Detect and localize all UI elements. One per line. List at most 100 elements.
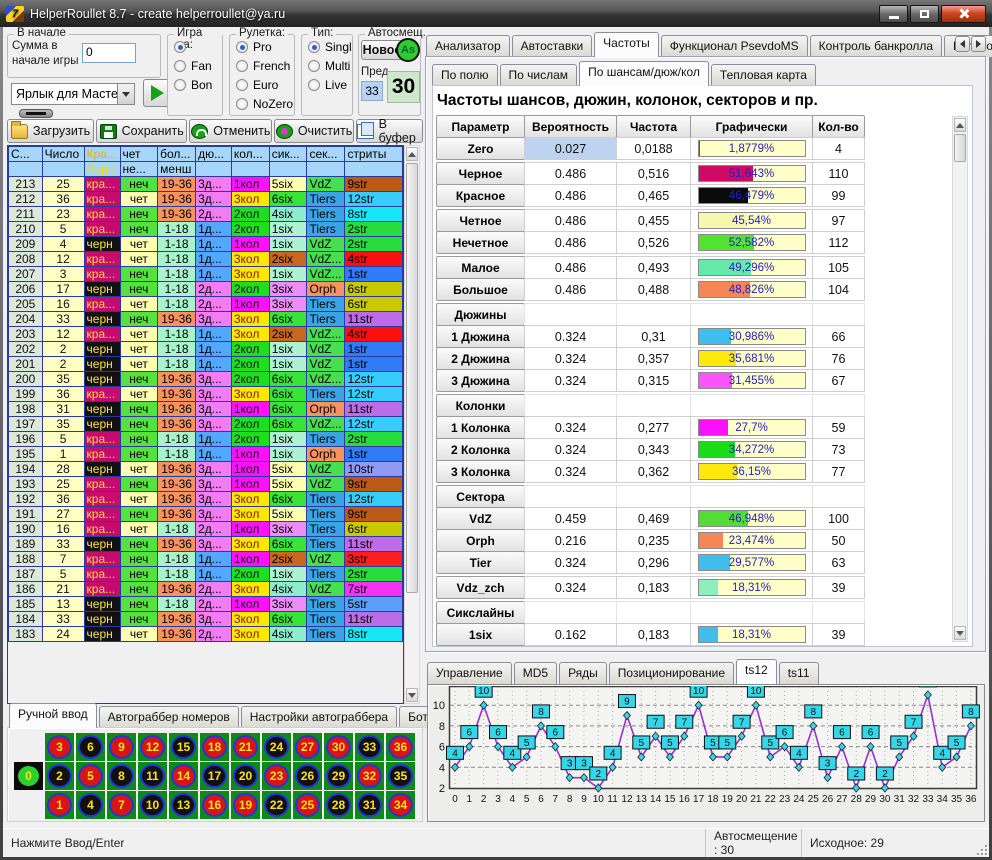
tab-main-2[interactable]: Автоставки [512,35,593,57]
number-button-18[interactable]: 18 [200,733,229,761]
freq-param-button[interactable]: 3 Колонка [436,460,525,483]
очистить-button[interactable]: Очистить [274,119,353,143]
table-row[interactable]: 2105кра...неч1-181д...2кол1sixTiers2str [9,222,403,237]
number-button-23[interactable]: 23 [262,762,291,790]
number-button-28[interactable]: 28 [324,791,353,819]
tab-chart-3[interactable]: Ряды [559,662,607,684]
number-button-24[interactable]: 24 [262,733,291,761]
table-row[interactable]: 2073кра...неч1-181д...3кол1sixVdZ...1str [9,267,403,282]
as-button[interactable]: As [396,38,420,62]
freq-param-button[interactable]: 1six [436,623,525,646]
number-button-13[interactable]: 13 [169,791,198,819]
close-button[interactable] [941,5,986,23]
table-row[interactable]: 21325кра...неч19-363д...1кол5sixVdZ9str [9,177,403,192]
freq-param-button[interactable]: Orph [436,529,525,552]
freq-param-button[interactable]: Малое [436,256,525,279]
tabs-scroll-right-button[interactable] [971,36,986,52]
history-scroll-thumb[interactable] [406,163,418,593]
freq-param-button[interactable]: Большое [436,278,525,301]
table-row[interactable]: 20617черннеч1-182д...2кол3sixOrph6str [9,282,403,297]
table-row[interactable]: 20433черннеч19-363д...3кол6sixTiers11str [9,312,403,327]
freq-param-button[interactable]: 2 Колонка [436,438,525,461]
freq-param-button[interactable]: Сектора [436,485,525,508]
number-button-2[interactable]: 2 [45,762,74,790]
number-button-4[interactable]: 4 [76,791,105,819]
отменить-button[interactable]: Отменить [189,119,272,143]
freq-param-button[interactable]: Zero [436,137,525,160]
в буфер-button[interactable]: В буфер [356,119,423,143]
freq-param-button[interactable]: 1 Колонка [436,416,525,439]
tab-main-4[interactable]: Функционал PsevdoMS [661,35,808,57]
tab-main-1[interactable]: Анализатор [426,35,510,57]
table-row[interactable]: 19325кра...неч19-363д...1кол5sixVdZ9str [9,477,403,492]
number-button-26[interactable]: 26 [293,762,322,790]
freq-param-button[interactable]: Красное [436,184,525,207]
freq-param-button[interactable]: Vdz_zch [436,576,525,599]
table-row[interactable]: 2094чернчет1-181д...1кол1sixVdZ2str [9,237,403,252]
number-button-27[interactable]: 27 [293,733,322,761]
table-row[interactable]: 18621кра...неч19-362д...3кол4sixVdZ7str [9,582,403,597]
tab-chart-4[interactable]: Позиционирование [609,662,734,684]
tab-freq-3[interactable]: По шансам/дюж/кол [579,61,709,86]
freq-param-button[interactable]: 3 Дюжина [436,369,525,392]
number-button-22[interactable]: 22 [262,791,291,819]
number-button-7[interactable]: 7 [107,791,136,819]
table-row[interactable]: 18433черннеч19-363д...3кол6sixTiers11str [9,612,403,627]
tab-input-3[interactable]: Настройки автограббера [241,706,397,728]
radio-fan[interactable]: Fan [174,59,222,73]
number-button-36[interactable]: 36 [386,733,415,761]
table-row[interactable]: 20312кра...чет1-181д...3кол2sixVdZ...4st… [9,327,403,342]
tab-input-2[interactable]: Автограббер номеров [99,706,239,728]
freq-param-button[interactable]: Четное [436,209,525,232]
сохранить-button[interactable]: Сохранить [96,119,187,143]
frequencies-scroll-thumb[interactable] [954,134,966,162]
minimize-button[interactable] [879,5,908,23]
resize-grip[interactable] [975,843,987,855]
freq-param-button[interactable]: Черное [436,162,525,185]
radio-live[interactable]: Live [308,78,352,92]
scroll-up-button[interactable] [954,118,966,132]
table-row[interactable]: 19236кра...чет19-363д...3кол6sixTiers12s… [9,492,403,507]
table-row[interactable]: 19831черннеч19-363д...1кол6sixOrph11str [9,402,403,417]
radio-bon[interactable]: Bon [174,78,222,92]
tab-main-3[interactable]: Частоты [594,32,659,57]
table-row[interactable]: 21123кра...неч19-362д...2кол4sixTiers8st… [9,207,403,222]
restore-button[interactable] [910,5,939,23]
table-row[interactable]: 19936кра...чет19-363д...3кол6sixTiers12s… [9,387,403,402]
freq-param-button[interactable]: Сикслайны [436,601,525,624]
number-button-31[interactable]: 31 [355,791,384,819]
number-button-25[interactable]: 25 [293,791,322,819]
number-button-5[interactable]: 5 [76,762,105,790]
table-row[interactable]: 1965кра...неч1-181д...2кол1sixTiers2str [9,432,403,447]
number-button-12[interactable]: 12 [138,733,167,761]
number-button-0[interactable]: 0 [14,762,43,790]
number-button-6[interactable]: 6 [76,733,105,761]
tabs-scroll-left-button[interactable] [955,36,970,52]
table-row[interactable]: 2022чернчет1-181д...2кол1sixVdZ1str [9,342,403,357]
tab-freq-1[interactable]: По полю [432,64,498,86]
table-row[interactable]: 19428чернчет19-363д...1кол5sixVdZ10str [9,462,403,477]
scroll-down-button[interactable] [954,626,966,640]
freq-param-button[interactable]: VdZ [436,507,525,530]
freq-param-button[interactable]: Дюжины [436,303,525,326]
number-button-16[interactable]: 16 [200,791,229,819]
tab-chart-2[interactable]: MD5 [514,662,557,684]
table-row[interactable]: 19735черннеч19-363д...2кол6sixVdZ...12st… [9,417,403,432]
tab-freq-2[interactable]: По числам [500,64,578,86]
freq-param-button[interactable]: 1 Дюжина [436,325,525,348]
start-sum-input[interactable]: 0 [82,43,136,63]
radio-singl[interactable]: Singl [308,40,352,54]
tab-input-1[interactable]: Ручной ввод [9,703,97,728]
number-button-29[interactable]: 29 [324,762,353,790]
radio-nozero[interactable]: NoZero [236,97,294,111]
number-button-11[interactable]: 11 [138,762,167,790]
number-button-10[interactable]: 10 [138,791,167,819]
table-row[interactable]: 21236кра...чет19-363д...3кол6sixTiers12s… [9,192,403,207]
number-button-32[interactable]: 32 [355,762,384,790]
freq-param-button[interactable]: Tier [436,551,525,574]
table-row[interactable]: 18513черннеч1-182д...1кол3sixTiers5str [9,597,403,612]
table-row[interactable]: 1887кра...неч1-181д...1кол2sixVdZ3str [9,552,403,567]
number-button-1[interactable]: 1 [45,791,74,819]
number-button-34[interactable]: 34 [386,791,415,819]
number-button-35[interactable]: 35 [386,762,415,790]
